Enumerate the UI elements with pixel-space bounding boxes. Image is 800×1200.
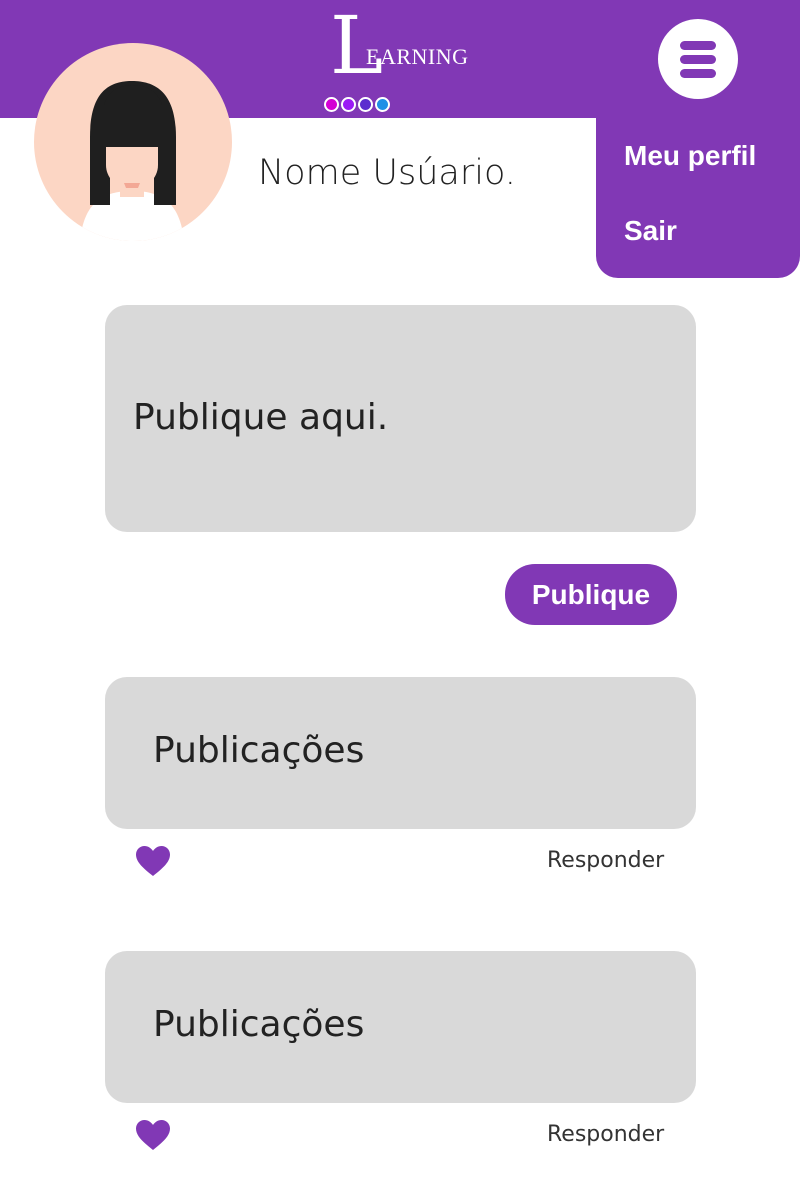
avatar[interactable] xyxy=(34,43,232,241)
menu-item-my-profile[interactable]: Meu perfil xyxy=(624,140,756,172)
menu-bar-middle xyxy=(680,55,716,64)
publish-button[interactable]: Publique xyxy=(505,564,677,625)
heart-icon[interactable] xyxy=(135,845,171,877)
logo-dot-3 xyxy=(358,97,373,112)
logo-dots xyxy=(324,97,390,112)
reply-link[interactable]: Responder xyxy=(547,1122,664,1147)
avatar-illustration xyxy=(80,81,184,241)
post-input-placeholder: Publique aqui. xyxy=(133,397,389,438)
post-text: Publicações xyxy=(153,730,365,771)
post-card[interactable]: Publicações xyxy=(105,677,696,829)
menu-item-logout[interactable]: Sair xyxy=(624,215,677,247)
learning-logo[interactable]: L EARNING xyxy=(330,6,470,102)
user-name: Nome Usúario. xyxy=(258,153,516,193)
post-input[interactable]: Publique aqui. xyxy=(105,305,696,532)
menu-bar-bottom xyxy=(680,69,716,78)
hamburger-menu-icon[interactable] xyxy=(658,19,738,99)
reply-link[interactable]: Responder xyxy=(547,848,664,873)
menu-dropdown: Meu perfil Sair xyxy=(596,118,800,278)
logo-dot-1 xyxy=(324,97,339,112)
post-text: Publicações xyxy=(153,1004,365,1045)
logo-dot-2 xyxy=(341,97,356,112)
heart-icon[interactable] xyxy=(135,1119,171,1151)
logo-dot-4 xyxy=(375,97,390,112)
menu-bar-top xyxy=(680,41,716,50)
logo-wordmark: EARNING xyxy=(366,44,469,69)
post-card[interactable]: Publicações xyxy=(105,951,696,1103)
